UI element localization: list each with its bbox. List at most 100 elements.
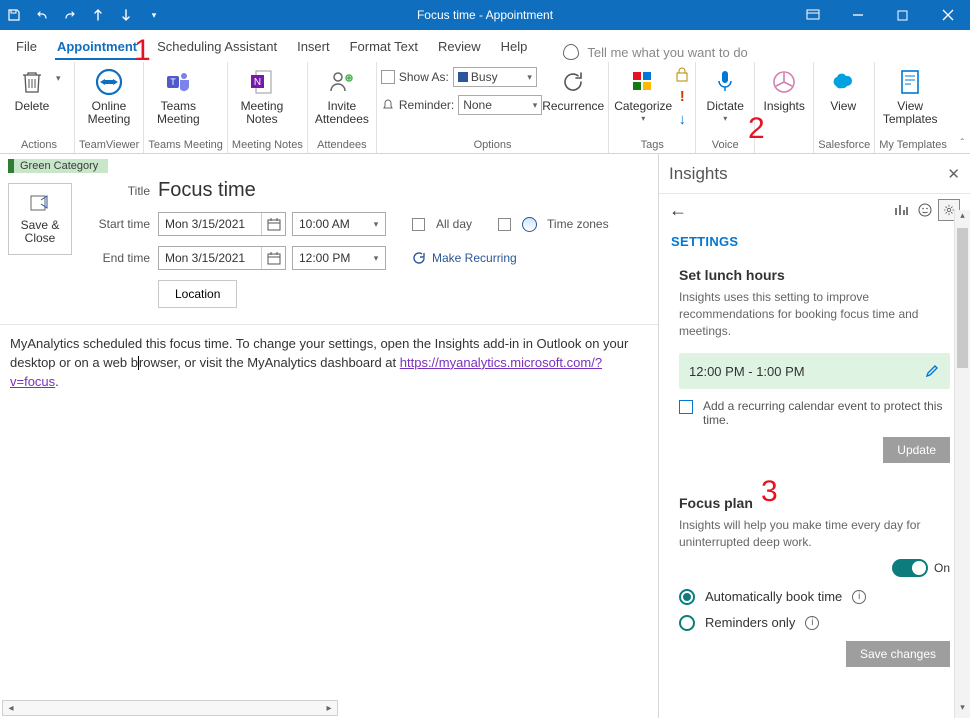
microphone-icon (709, 66, 741, 98)
tab-file[interactable]: File (14, 33, 39, 60)
high-importance-icon[interactable]: ! (675, 88, 689, 105)
update-button[interactable]: Update (883, 437, 950, 463)
recurrence-button[interactable]: Recurrence (542, 62, 604, 113)
radio-auto-book[interactable] (679, 589, 695, 605)
tab-help[interactable]: Help (499, 33, 530, 60)
delete-button[interactable]: Delete (8, 62, 56, 113)
customize-qat-icon[interactable]: ▾ (146, 7, 162, 23)
save-icon[interactable] (6, 7, 22, 23)
online-meeting-button[interactable]: Online Meeting (79, 62, 139, 125)
category-badge[interactable]: Green Category (8, 159, 108, 173)
tab-scheduling-assistant[interactable]: Scheduling Assistant (155, 33, 279, 60)
maximize-icon[interactable] (880, 0, 925, 30)
tab-format-text[interactable]: Format Text (348, 33, 420, 60)
minimize-icon[interactable] (835, 0, 880, 30)
invite-attendees-button[interactable]: Invite Attendees (312, 62, 372, 125)
focus-desc: Insights will help you make time every d… (679, 517, 950, 551)
salesforce-view-button[interactable]: View (818, 62, 868, 113)
svg-text:T: T (171, 77, 177, 87)
insights-vertical-scrollbar[interactable]: ▴ ▾ (954, 210, 970, 718)
scroll-left-icon[interactable]: ◂ (3, 703, 19, 714)
lunch-hours-row[interactable]: 12:00 PM - 1:00 PM (679, 353, 950, 389)
lunch-protect-checkbox[interactable] (679, 400, 693, 414)
scroll-thumb[interactable] (957, 228, 968, 368)
lunch-checkbox-label: Add a recurring calendar event to protec… (703, 399, 950, 427)
lunch-hours-value: 12:00 PM - 1:00 PM (689, 364, 805, 379)
invite-icon (326, 66, 358, 98)
meeting-notes-button[interactable]: N Meeting Notes (232, 62, 292, 125)
group-teamviewer: Online Meeting TeamViewer (75, 62, 144, 153)
undo-icon[interactable] (34, 7, 50, 23)
insights-settings-heading: SETTINGS (659, 226, 970, 255)
move-up-icon[interactable] (90, 7, 106, 23)
insights-feedback-icon[interactable] (914, 199, 936, 221)
make-recurring-link[interactable]: Make Recurring (412, 251, 517, 265)
appointment-body[interactable]: MyAnalytics scheduled this focus time. T… (0, 324, 658, 674)
title-label: Title (82, 184, 158, 198)
show-as-label: Show As: (399, 70, 449, 84)
close-icon[interactable] (925, 0, 970, 30)
info-icon[interactable]: i (852, 590, 866, 604)
start-date-input[interactable]: Mon 3/15/2021 (158, 212, 286, 236)
show-as-icon (381, 70, 395, 84)
tell-me-search[interactable]: Tell me what you want to do (563, 44, 747, 60)
tell-me-placeholder: Tell me what you want to do (587, 45, 747, 60)
scroll-up-icon[interactable]: ▴ (955, 210, 970, 226)
group-label-salesforce: Salesforce (818, 137, 870, 153)
all-day-checkbox[interactable] (412, 218, 425, 231)
templates-icon (894, 66, 926, 98)
categorize-button[interactable]: Categorize ▾ (613, 62, 673, 123)
title-input[interactable]: Focus time (158, 179, 256, 202)
calendar-icon[interactable] (261, 247, 285, 269)
private-icon[interactable] (675, 66, 689, 82)
tab-insert[interactable]: Insert (295, 33, 332, 60)
focus-heading: Focus plan (679, 495, 950, 511)
radio-auto-label: Automatically book time (705, 589, 842, 604)
insights-pane: Insights ✕ ← SETTINGS Set lunch hours In… (658, 154, 970, 718)
insights-button[interactable]: Insights (759, 62, 809, 113)
teams-meeting-button[interactable]: T Teams Meeting (148, 62, 208, 125)
teams-icon: T (162, 66, 194, 98)
insights-dashboard-icon[interactable] (890, 199, 912, 221)
scroll-down-icon[interactable]: ▾ (955, 702, 970, 718)
calendar-icon[interactable] (261, 213, 285, 235)
group-label-voice: Voice (700, 137, 750, 153)
low-importance-icon[interactable]: ↓ (675, 111, 689, 128)
onenote-icon: N (246, 66, 278, 98)
group-label-teams: Teams Meeting (148, 137, 223, 153)
radio-reminders[interactable] (679, 615, 695, 631)
end-time-input[interactable]: 12:00 PM▾ (292, 246, 386, 270)
redo-icon[interactable] (62, 7, 78, 23)
edit-icon[interactable] (924, 363, 940, 379)
tab-review[interactable]: Review (436, 33, 483, 60)
move-down-icon[interactable] (118, 7, 134, 23)
start-time-input[interactable]: 10:00 AM▾ (292, 212, 386, 236)
back-icon[interactable]: ← (669, 200, 687, 221)
info-icon[interactable]: i (805, 616, 819, 630)
group-salesforce: View Salesforce (814, 62, 875, 153)
dictate-button[interactable]: Dictate ▾ (700, 62, 750, 123)
actions-more-icon[interactable]: ▾ (56, 62, 70, 84)
collapse-ribbon-icon[interactable]: ˆ (961, 138, 964, 149)
view-templates-button[interactable]: View Templates (879, 62, 941, 125)
ribbon-display-icon[interactable] (790, 0, 835, 30)
save-changes-button[interactable]: Save changes (846, 641, 950, 667)
delete-icon (16, 66, 48, 98)
group-meeting-notes: N Meeting Notes Meeting Notes (228, 62, 308, 153)
group-actions: Delete ▾ Actions (4, 62, 75, 153)
focus-plan-toggle[interactable] (892, 559, 928, 577)
teamviewer-icon (93, 66, 125, 98)
reminder-select[interactable]: None▾ (458, 95, 542, 115)
end-date-input[interactable]: Mon 3/15/2021 (158, 246, 286, 270)
location-button[interactable]: Location (158, 280, 237, 308)
save-and-close-button[interactable]: Save & Close (8, 183, 72, 255)
group-label-templates: My Templates (879, 137, 947, 153)
close-pane-icon[interactable]: ✕ (947, 165, 960, 183)
start-time-label: Start time (82, 217, 158, 231)
time-zones-checkbox[interactable] (498, 218, 511, 231)
tab-appointment[interactable]: Appointment (55, 33, 139, 60)
scroll-right-icon[interactable]: ▸ (321, 703, 337, 714)
all-day-label: All day (436, 217, 472, 231)
show-as-select[interactable]: Busy▾ (453, 67, 537, 87)
horizontal-scrollbar[interactable]: ◂ ▸ (2, 700, 338, 716)
